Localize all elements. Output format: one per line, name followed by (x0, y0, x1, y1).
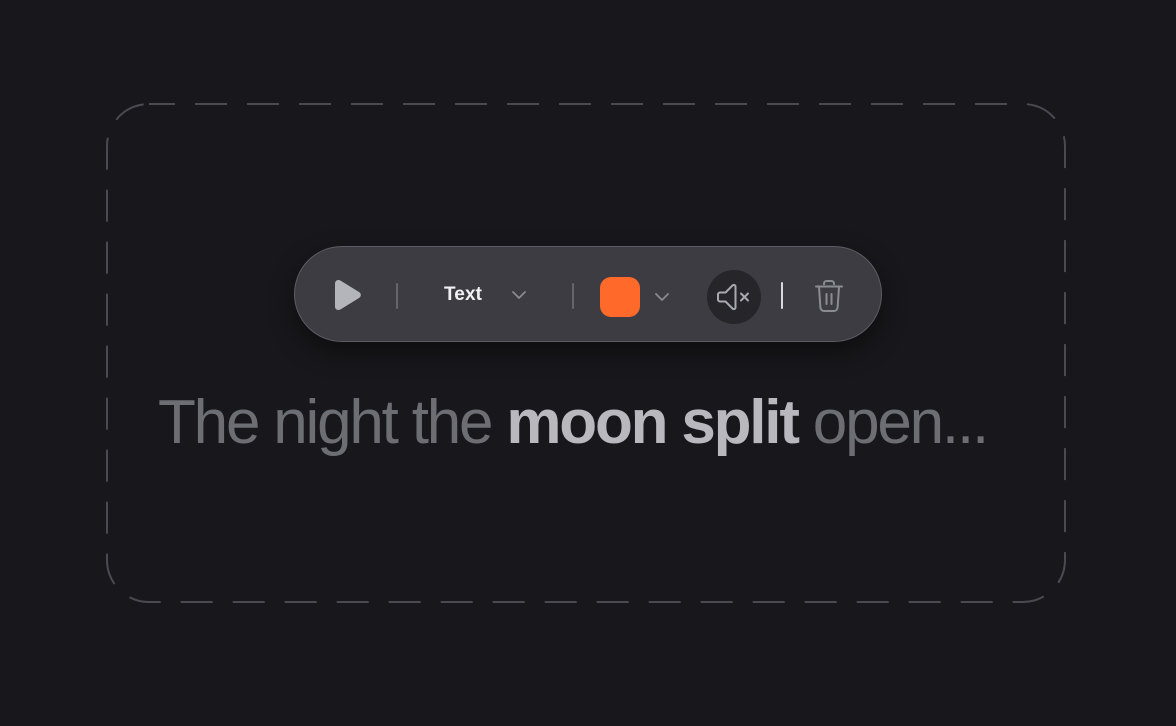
trash-icon (815, 280, 843, 312)
caption-text-regular: The night the (158, 388, 507, 457)
text-cursor-divider (781, 282, 783, 309)
play-icon (335, 279, 361, 311)
chevron-down-icon (655, 293, 669, 301)
caption-text-regular-end: open... (797, 388, 989, 457)
layer-type-label: Text (444, 284, 483, 305)
color-swatch (600, 277, 640, 317)
floating-toolbar: Text (294, 246, 882, 342)
play-button[interactable] (325, 273, 369, 317)
mute-button[interactable] (707, 270, 761, 324)
toolbar-divider (396, 283, 398, 309)
toolbar-divider (572, 283, 574, 309)
layer-type-dropdown[interactable]: Text (435, 277, 545, 313)
text-layer-selection-frame[interactable] (106, 103, 1066, 603)
color-picker-dropdown[interactable] (599, 275, 673, 317)
selection-frame-border (106, 103, 1066, 603)
caption-text[interactable]: The night the moon split open... (0, 386, 1176, 460)
editor-canvas: Text The night the moon split open... (0, 0, 1176, 726)
caption-text-emphasis: moon split (506, 388, 800, 457)
speaker-muted-icon (717, 283, 749, 311)
chevron-down-icon (512, 291, 526, 299)
delete-button[interactable] (809, 276, 849, 316)
